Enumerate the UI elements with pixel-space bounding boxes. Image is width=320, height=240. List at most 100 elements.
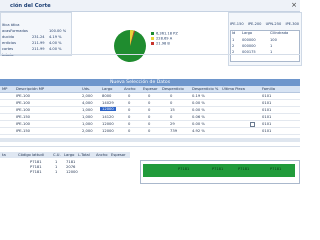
cell-desperdicio: 0: [170, 94, 173, 98]
table-row-selected[interactable]: IPE-100 1,000 12000 0 0 15 0.00 % 0101: [0, 107, 300, 114]
cell-desperdicio: 15: [170, 108, 175, 112]
stats-row-pct: 4.00 %: [49, 41, 62, 45]
cell-familia: 0101: [262, 122, 272, 126]
ipe-cell-id: 2: [232, 44, 235, 48]
cell-espesor: 0: [148, 94, 151, 98]
table-row[interactable]: IPE-100 4,000 14029 0 0 0 0.00 % 0101: [0, 100, 300, 107]
bottom-table-row[interactable]: P7181 1 12000: [0, 169, 130, 174]
bottom-col-codigo[interactable]: Código lattudi: [18, 153, 44, 157]
col-descripcion[interactable]: Descripción MP: [16, 87, 44, 91]
cell-uds: 2,000: [82, 129, 93, 133]
cell-espesor: 0: [148, 129, 151, 133]
cell-uds: 1,000: [82, 108, 93, 112]
cell-desperdicio: 29: [170, 122, 175, 126]
cell-desperdicio-pct: 4.92 %: [192, 129, 205, 133]
cell-desperdicio: 0: [170, 115, 173, 119]
col-desperdicio[interactable]: Desperdicio: [162, 87, 184, 91]
cell-desperdicio-pct: 0.19 %: [192, 94, 205, 98]
cell-largo: 12000: [102, 122, 114, 126]
cell-descripcion: IPE-100: [16, 94, 31, 98]
main-grid-scrollbar[interactable]: [0, 138, 300, 142]
col-largo[interactable]: Largo: [102, 87, 112, 91]
cell-ancho: 0: [128, 122, 131, 126]
cell-familia: 0101: [262, 101, 272, 105]
cell-ancho: 0: [128, 101, 131, 105]
col-ancho[interactable]: Ancho: [124, 87, 135, 91]
col-ultima-pieza[interactable]: Última Pieza: [222, 87, 245, 91]
bottom-cell-cu: 1: [55, 170, 58, 174]
cell-uds: 1,000: [82, 122, 93, 126]
cell-espesor: 0: [148, 115, 151, 119]
bottom-cell-largo: 12000: [66, 170, 78, 174]
tab-upn-250[interactable]: UPN-250: [266, 22, 282, 26]
stats-row-label: acasFormados: [2, 29, 28, 33]
tab-ipe-300[interactable]: IPE-300: [285, 22, 299, 26]
cell-espesor: 0: [148, 108, 151, 112]
legend-label: 228.69 A: [156, 36, 173, 41]
bottom-table-header: ta Código lattudi C.U. Largo L.Total Anc…: [0, 152, 130, 158]
cell-familia: 0101: [262, 115, 272, 119]
pie-legend: 6,361.18 PZ 228.69 A 21.98 B: [151, 32, 178, 46]
legend-label: 21.98 B: [156, 41, 170, 46]
col-desperdicio-pct[interactable]: Desperdicio %: [192, 87, 218, 91]
cell-familia: 0101: [262, 129, 272, 133]
stats-row-label: erdicios: [2, 41, 16, 45]
cell-descripcion: IPE-150: [16, 115, 31, 119]
stats-row-label: cortes: [2, 47, 14, 51]
cell-largo: 14029: [102, 101, 114, 105]
cell-uds: 4,000: [82, 101, 93, 105]
ipe-tabs: IPE-150 IPE-200 UPN-250 IPE-300: [230, 22, 300, 27]
stats-row-value: 211.99: [32, 41, 45, 45]
cell-uds: 2,000: [82, 94, 93, 98]
cell-descripcion: IPE-100: [16, 101, 31, 105]
cell-espesor: 0: [148, 122, 151, 126]
cut-visual-label: P7181: [270, 167, 282, 171]
bottom-col-largo[interactable]: Largo: [64, 153, 74, 157]
close-icon[interactable]: ×: [290, 1, 298, 9]
cell-ancho: 0: [128, 115, 131, 119]
cell-largo-editing[interactable]: 12000: [100, 107, 116, 111]
col-espesor[interactable]: Espesor: [143, 87, 158, 91]
bottom-col-cu[interactable]: C.U.: [53, 153, 61, 157]
ipe-cell-id: 1: [232, 38, 235, 42]
cell-desperdicio-pct: 0.00 %: [192, 108, 205, 112]
cell-descripcion: IPE-100: [16, 108, 31, 112]
stats-row-value: 211.99: [32, 47, 45, 51]
legend-label: 6,361.18 PZ: [156, 31, 178, 36]
pie-chart: [114, 29, 146, 62]
cell-descripcion: IPE-150: [16, 129, 31, 133]
cut-visual-label: P7181: [238, 167, 250, 171]
cell-descripcion: IPE-100: [16, 122, 31, 126]
col-familia[interactable]: Familia: [262, 87, 275, 91]
col-uds[interactable]: Uds.: [82, 87, 90, 91]
stats-row-pct: 100.00 %: [49, 29, 67, 33]
cell-largo: 14120: [102, 115, 114, 119]
cell-desperdicio-pct: 0.06 %: [192, 115, 205, 119]
tab-ipe-200[interactable]: IPE-200: [248, 22, 262, 26]
ipe-table-header: Id Largo Cilindrada: [232, 31, 298, 36]
cut-visual-label: P7181: [212, 167, 224, 171]
divider: [0, 146, 300, 147]
ipe-cell-largo: 000000: [242, 44, 256, 48]
cell-desperdicio-pct: 0.00 %: [192, 122, 205, 126]
bottom-cell-codigo: P7181: [30, 170, 42, 174]
table-row[interactable]: IPE-150 2,000 12000 0 0 739 4.92 % 0101: [0, 128, 300, 135]
stats-row-pct: 4.19 %: [49, 35, 62, 39]
table-row[interactable]: IPE-100 2,000 8000 0 0 0 0.19 % 0101: [0, 93, 300, 100]
cell-espesor: 0: [148, 101, 151, 105]
stats-rows: acasFormados 100.00 % ducido 231.24 4.19 % …: [2, 29, 68, 60]
cell-desperdicio: 0: [170, 101, 173, 105]
ipe-col-cilindrada: Cilindrada: [270, 31, 289, 35]
divider: [0, 54, 300, 55]
tab-ipe-150[interactable]: IPE-150: [230, 22, 244, 26]
table-row[interactable]: IPE-100 1,000 12000 0 0 29 0.00 % 0101: [0, 121, 300, 128]
bottom-col-ta[interactable]: ta: [2, 153, 6, 157]
table-row[interactable]: IPE-150 1,000 14120 0 0 0 0.06 % 0101: [0, 114, 300, 121]
col-mp[interactable]: MP: [2, 87, 7, 91]
grid-checkbox-icon[interactable]: [250, 122, 255, 127]
ipe-cell-largo: 000000: [242, 38, 256, 42]
bottom-col-espesor[interactable]: Espesor: [111, 153, 126, 157]
bottom-col-ltotal[interactable]: L.Total: [78, 153, 90, 157]
cell-ancho: 0: [128, 129, 131, 133]
bottom-col-ancho[interactable]: Ancho: [96, 153, 107, 157]
